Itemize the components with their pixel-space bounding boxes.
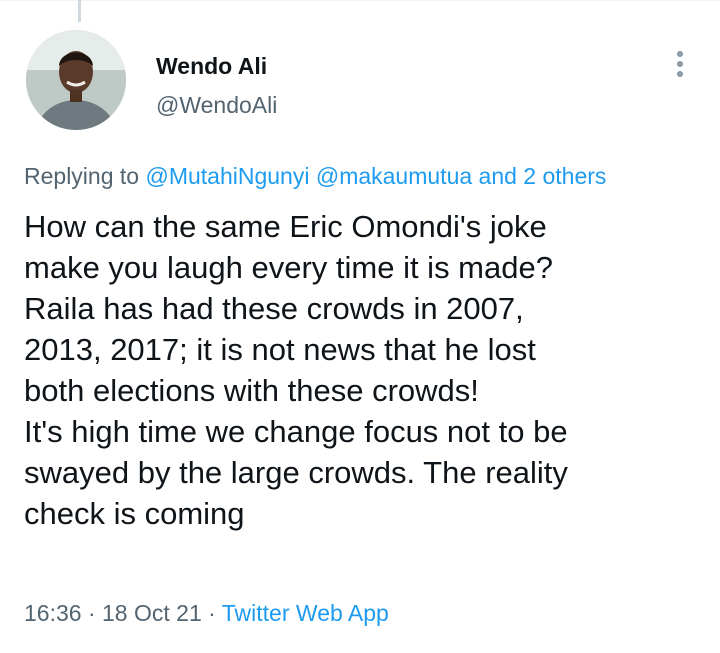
tweet-text-line: make you laugh every time it is made? — [24, 250, 553, 285]
avatar[interactable] — [26, 30, 126, 130]
tweet-text: How can the same Eric Omondi's joke make… — [24, 206, 704, 534]
tweet-text-line: 2013, 2017; it is not news that he lost — [24, 332, 536, 367]
separator: · — [201, 600, 222, 626]
avatar-photo-icon — [26, 30, 126, 130]
tweet-metadata: 16:36 · 18 Oct 21 · Twitter Web App — [24, 600, 389, 627]
others-link[interactable]: and 2 others — [479, 163, 607, 189]
source-link[interactable]: Twitter Web App — [222, 600, 389, 626]
display-name[interactable]: Wendo Ali — [156, 53, 267, 80]
more-vertical-icon-dot — [677, 71, 683, 77]
tweet-time[interactable]: 16:36 — [24, 600, 82, 626]
tweet-text-line: check is coming — [24, 496, 245, 531]
user-handle[interactable]: @WendoAli — [156, 92, 277, 119]
thread-connector-line — [78, 0, 81, 22]
tweet-text-line: swayed by the large crowds. The reality — [24, 455, 568, 490]
top-divider — [0, 0, 720, 9]
more-vertical-icon — [677, 51, 683, 57]
more-vertical-icon-dot — [677, 61, 683, 67]
tweet-date[interactable]: 18 Oct 21 — [102, 600, 202, 626]
tweet-text-line: Raila has had these crowds in 2007, — [24, 291, 524, 326]
tweet-text-line: How can the same Eric Omondi's joke — [24, 209, 547, 244]
more-options-button[interactable] — [662, 46, 698, 82]
replying-to-line: Replying to @MutahiNgunyi @makaumutua an… — [24, 163, 606, 190]
mention-link[interactable]: @makaumutua — [316, 163, 472, 189]
replying-prefix: Replying to — [24, 163, 146, 189]
tweet-text-line: It's high time we change focus not to be — [24, 414, 568, 449]
tweet-text-line: both elections with these crowds! — [24, 373, 479, 408]
mention-link[interactable]: @MutahiNgunyi — [145, 163, 309, 189]
separator: · — [81, 600, 103, 626]
